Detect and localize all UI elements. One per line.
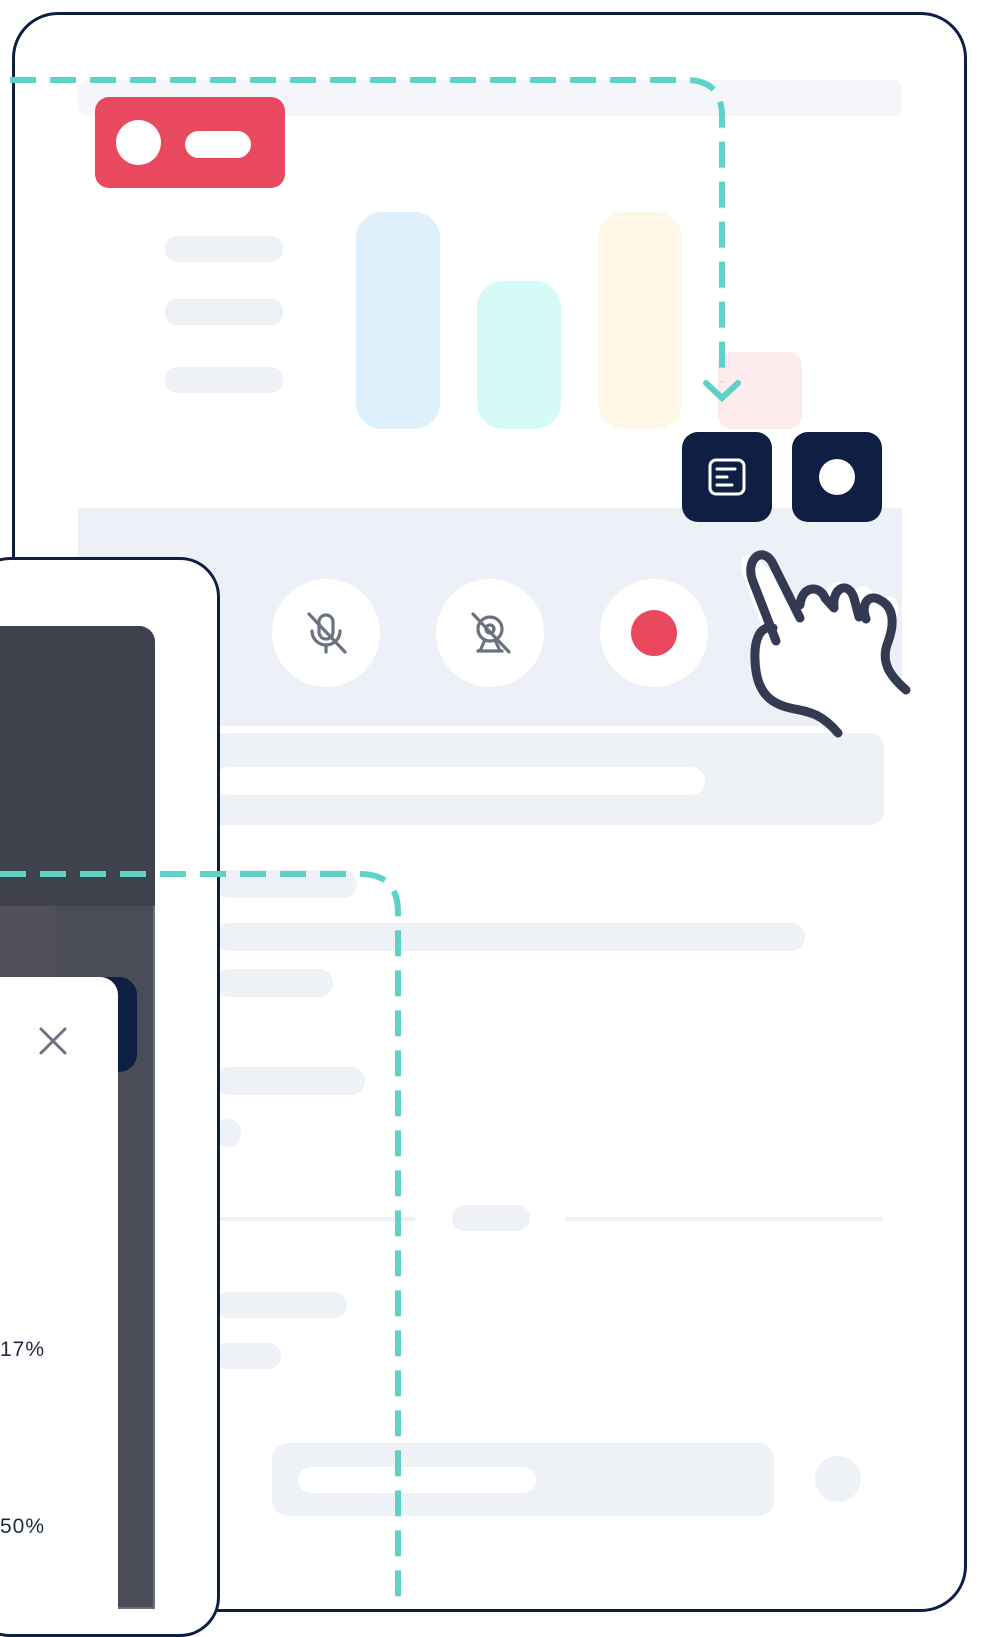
dashed-connector <box>0 871 401 1609</box>
connector-overlay <box>0 77 911 1609</box>
pointer-hand-icon <box>740 550 911 738</box>
dashed-connector <box>10 77 725 382</box>
connector-arrow-icon <box>703 380 741 403</box>
